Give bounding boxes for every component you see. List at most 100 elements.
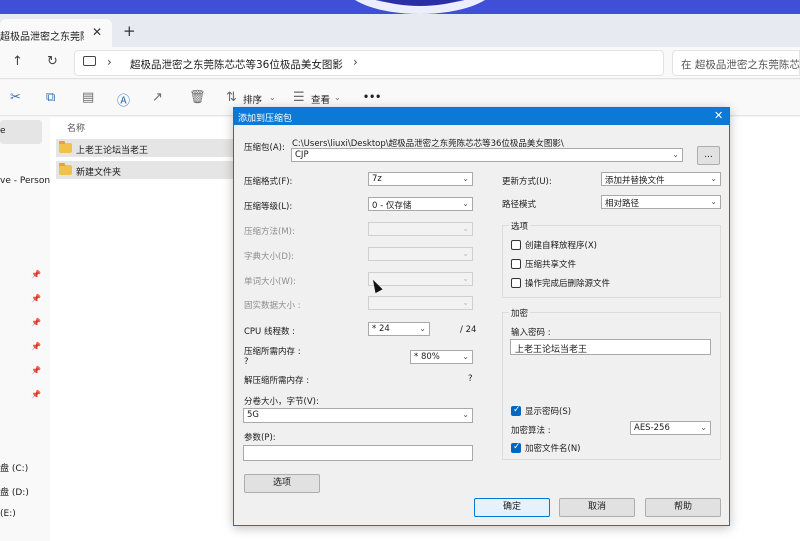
nav-item-drive-c[interactable]: 盘 (C:) — [0, 461, 28, 474]
chevron-down-icon[interactable]: ⌄ — [462, 174, 469, 183]
tab-close-icon[interactable]: ✕ — [92, 25, 102, 39]
new-tab-icon[interactable]: + — [123, 22, 136, 40]
encrypt-names-checkbox[interactable] — [511, 442, 521, 453]
help-button[interactable]: 帮助 — [645, 498, 721, 517]
nav-selected-item[interactable]: e — [0, 120, 42, 144]
sfx-label[interactable]: 创建自释放程序(X) — [525, 239, 597, 251]
format-select[interactable]: 7z ⌄ — [368, 172, 473, 186]
list-item[interactable]: 新建文件夹 — [56, 161, 236, 179]
dialog-title-bar[interactable]: 添加到压缩包 ✕ — [234, 108, 729, 125]
format-label: 压缩格式(F): — [244, 177, 293, 187]
volume-label: 分卷大小，字节(V): — [244, 397, 319, 407]
copy-icon[interactable]: ⧉ — [46, 90, 55, 105]
level-select[interactable]: 0 - 仅存储 ⌄ — [368, 197, 473, 211]
breadcrumb[interactable]: 超极品泄密之东莞陈芯芯等36位极品美女图影 — [130, 57, 343, 72]
dictionary-select: ⌄ — [368, 247, 473, 261]
delete-icon[interactable]: 🗑 — [189, 90, 206, 105]
password-input[interactable]: 上老王论坛当老王 — [510, 339, 711, 355]
search-box[interactable]: 在 超极品泄密之东莞陈芯芯 — [672, 50, 800, 76]
chevron-down-icon: ⌄ — [462, 298, 469, 307]
chevron-down-icon[interactable]: ⌄ — [462, 199, 469, 208]
address-bar[interactable]: › 超极品泄密之东莞陈芯芯等36位极品美女图影 › — [74, 50, 664, 76]
chevron-down-icon: ⌄ — [462, 249, 469, 258]
delete-after-checkbox[interactable] — [511, 278, 521, 288]
chevron-down-icon: ⌄ — [462, 274, 469, 283]
pin-icon: 📌 — [31, 294, 41, 303]
threads-label: CPU 线程数 : — [244, 327, 296, 337]
pin-icon: 📌 — [31, 318, 41, 327]
sort-button[interactable]: 排序 — [243, 92, 262, 106]
encrypt-names-label[interactable]: 加密文件名(N) — [525, 442, 581, 454]
chevron-right-icon[interactable]: › — [353, 55, 358, 69]
path-mode-select[interactable]: 相对路径 ⌄ — [601, 195, 721, 209]
sfx-checkbox[interactable] — [511, 240, 521, 250]
chevron-right-icon[interactable]: › — [107, 55, 112, 69]
up-arrow-icon[interactable]: ↑ — [12, 54, 23, 69]
search-placeholder: 在 超极品泄密之东莞陈芯芯 — [681, 59, 800, 71]
column-header-name[interactable]: 名称 — [67, 121, 85, 134]
cut-icon[interactable]: ✂ — [10, 90, 21, 105]
tab-current-folder[interactable]: 超极品泄密之东莞陈芯芯等36位 ✕ — [0, 19, 112, 47]
shared-files-checkbox[interactable] — [511, 259, 521, 269]
list-item[interactable]: 上老王论坛当老王 — [56, 139, 236, 157]
pin-icon: 📌 — [31, 366, 41, 375]
chevron-down-icon[interactable]: ⌄ — [462, 410, 469, 419]
show-password-label[interactable]: 显示密码(S) — [525, 405, 571, 417]
level-value: 0 - 仅存储 — [372, 201, 412, 211]
options-group-title: 选项 — [509, 220, 531, 232]
nav-item-drive-d[interactable]: 盘 (D:) — [0, 485, 29, 498]
threads-select[interactable]: * 24 ⌄ — [368, 322, 430, 336]
chevron-down-icon[interactable]: ⌄ — [419, 324, 426, 333]
update-mode-select[interactable]: 添加并替换文件 ⌄ — [601, 172, 721, 186]
shared-files-label[interactable]: 压缩共享文件 — [525, 258, 576, 270]
navigation-bar: ↑ ↻ › 超极品泄密之东莞陈芯芯等36位极品美女图影 › 在 超极品泄密之东莞… — [0, 47, 800, 79]
cancel-button[interactable]: 取消 — [559, 498, 635, 517]
computer-icon — [83, 56, 96, 66]
show-password-checkbox[interactable] — [511, 405, 521, 416]
parameters-label: 参数(P): — [244, 433, 276, 443]
rename-icon[interactable]: Ⓐ — [117, 90, 130, 109]
encryption-group: 加密 输入密码 : 上老王论坛当老王 显示密码(S) 加密算法 : AES-25… — [502, 307, 721, 460]
paste-icon[interactable]: ▤ — [82, 90, 94, 105]
delete-after-label[interactable]: 操作完成后删除源文件 — [525, 277, 610, 289]
memory-usage-select[interactable]: * 80% ⌄ — [410, 350, 473, 364]
sort-icon[interactable]: ⇅ — [226, 90, 237, 105]
nav-item-label: e — [0, 126, 6, 136]
browse-button[interactable]: ... — [697, 146, 720, 165]
nav-item-onedrive[interactable]: ve - Person — [0, 176, 50, 186]
nav-item-drive-e[interactable]: (E:) — [0, 509, 16, 519]
close-icon[interactable]: ✕ — [714, 109, 723, 122]
chevron-down-icon[interactable]: ⌄ — [269, 93, 276, 102]
password-value: 上老王论坛当老王 — [515, 345, 588, 355]
chevron-down-icon[interactable]: ⌄ — [710, 174, 717, 183]
chevron-down-icon[interactable]: ⌄ — [710, 197, 717, 206]
encryption-method-select[interactable]: AES-256 ⌄ — [630, 421, 711, 435]
chevron-down-icon[interactable]: ⌄ — [700, 423, 707, 432]
pin-icon: 📌 — [31, 390, 41, 399]
volume-size-combo[interactable]: 5G ⌄ — [243, 408, 473, 423]
navigation-pane: e ve - Person 📌 📌 📌 📌 📌 📌 盘 (C:) 盘 (D:) … — [0, 117, 50, 541]
volume-size-value: 5G — [247, 410, 259, 420]
encryption-group-title: 加密 — [509, 307, 531, 319]
chevron-down-icon: ⌄ — [462, 224, 469, 233]
ok-button[interactable]: 确定 — [474, 498, 550, 517]
share-icon[interactable]: ↗ — [152, 90, 163, 105]
solid-size-select: ⌄ — [368, 296, 473, 310]
archive-name-combo[interactable]: CJP ⌄ — [291, 148, 683, 162]
parameters-input[interactable] — [243, 445, 473, 461]
more-options-button[interactable]: ••• — [363, 92, 381, 103]
compress-memory-label: 压缩所需内存 : — [244, 347, 301, 357]
dialog-title: 添加到压缩包 — [238, 114, 293, 124]
refresh-icon[interactable]: ↻ — [47, 54, 58, 69]
update-mode-label: 更新方式(U): — [502, 177, 552, 187]
options-button[interactable]: 选项 — [244, 474, 320, 493]
desktop-wallpaper — [0, 0, 800, 14]
chevron-down-icon[interactable]: ⌄ — [334, 93, 341, 102]
path-mode-label: 路径模式 — [502, 200, 537, 210]
view-icon[interactable]: ☰ — [293, 90, 305, 105]
folder-icon — [59, 163, 72, 175]
view-button[interactable]: 查看 — [311, 92, 330, 106]
encryption-method-value: AES-256 — [634, 423, 670, 433]
chevron-down-icon[interactable]: ⌄ — [672, 150, 679, 159]
chevron-down-icon[interactable]: ⌄ — [462, 352, 469, 361]
